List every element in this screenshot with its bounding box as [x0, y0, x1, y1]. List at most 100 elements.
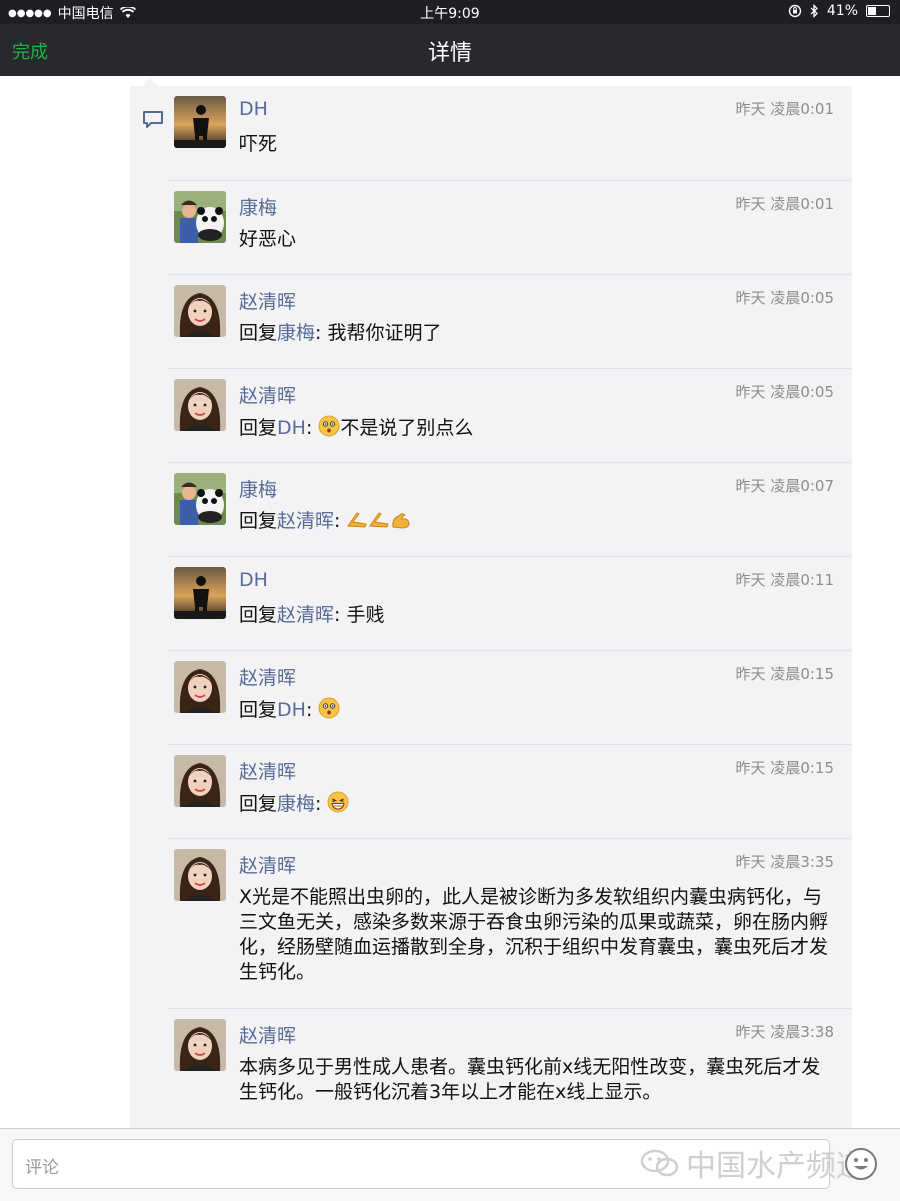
- avatar[interactable]: [174, 379, 226, 431]
- comment-item[interactable]: 赵清晖 昨天 凌晨0:15 回复DH:: [168, 650, 852, 745]
- surprised-emoji-icon: [318, 697, 340, 719]
- comment-item[interactable]: 赵清晖 昨天 凌晨0:15 回复康梅:: [168, 744, 852, 839]
- reply-to-name[interactable]: DH: [277, 699, 306, 721]
- comment-author[interactable]: 赵清晖: [239, 381, 296, 408]
- avatar[interactable]: [174, 285, 226, 337]
- reply-prefix: 回复: [239, 510, 278, 532]
- comment-time: 昨天 凌晨0:15: [735, 759, 834, 777]
- reply-prefix: 回复: [239, 417, 278, 439]
- comment-time: 昨天 凌晨3:38: [735, 1023, 834, 1041]
- comment-item[interactable]: 赵清晖 昨天 凌晨3:38 本病多见于男性成人患者。囊虫钙化前x线无阳性改变，囊虫死…: [168, 1008, 852, 1129]
- reply-prefix: 回复: [239, 699, 278, 721]
- reply-to-name[interactable]: 赵清晖: [277, 510, 334, 532]
- comment-item[interactable]: 赵清晖 昨天 凌晨0:05 回复DH: 不是说了别点么: [168, 368, 852, 463]
- comment-text: 吓死: [239, 132, 835, 157]
- comment-time: 昨天 凌晨0:11: [735, 571, 834, 589]
- avatar[interactable]: [174, 849, 226, 901]
- avatar[interactable]: [174, 191, 226, 243]
- navigation-bar: 完成 详情: [0, 24, 900, 76]
- comment-text: 回复DH: 不是说了别点么: [239, 415, 835, 441]
- avatar[interactable]: [174, 755, 226, 807]
- reply-prefix: 回复: [239, 322, 278, 344]
- avatar[interactable]: [174, 473, 226, 525]
- comment-text: 回复DH:: [239, 697, 835, 723]
- watermark-text: 中国水产频道: [686, 1149, 866, 1184]
- reply-to-name[interactable]: 康梅: [277, 793, 315, 815]
- comment-text: 好恶心: [239, 227, 835, 252]
- avatar[interactable]: [174, 567, 226, 619]
- comment-item[interactable]: 康梅 昨天 凌晨0:01 好恶心: [168, 180, 852, 275]
- grin-emoji-icon: [327, 791, 349, 813]
- comment-time: 昨天 凌晨0:05: [735, 383, 834, 401]
- comment-text: 回复赵清晖:: [239, 509, 835, 534]
- emoji-group: [318, 415, 340, 439]
- reply-to-name[interactable]: 康梅: [277, 322, 315, 344]
- comment-author[interactable]: 赵清晖: [239, 663, 296, 690]
- comment-body: 我帮你证明了: [327, 322, 442, 344]
- emoji-group: [318, 697, 340, 721]
- comment-time: 昨天 凌晨0:01: [735, 195, 834, 213]
- comment-item[interactable]: DH 昨天 凌晨0:11 回复赵清晖: 手贱: [168, 556, 852, 651]
- comment-time: 昨天 凌晨0:05: [735, 289, 834, 307]
- comment-item[interactable]: DH 昨天 凌晨0:01 吓死: [168, 86, 852, 180]
- reply-colon: :: [305, 699, 319, 721]
- battery-percent: 41%: [826, 3, 858, 19]
- comment-item[interactable]: 康梅 昨天 凌晨0:07 回复赵清晖:: [168, 462, 852, 557]
- comment-body: 本病多见于男性成人患者。囊虫钙化前x线无阳性改变，囊虫死后才发生钙化。一般钙化沉…: [239, 1056, 821, 1103]
- comment-input-bar: 评论 中国水产频道: [0, 1128, 900, 1201]
- comment-body: 不是说了别点么: [340, 417, 474, 439]
- comment-body: X光是不能照出虫卵的，此人是被诊断为多发软组织内囊虫病钙化，与三文鱼无关，感染多…: [239, 886, 829, 983]
- reply-prefix: 回复: [239, 793, 278, 815]
- reply-colon: :: [305, 417, 319, 439]
- comment-author[interactable]: 赵清晖: [239, 1021, 296, 1048]
- reply-to-name[interactable]: DH: [277, 417, 306, 439]
- strong-emoji-icon: [392, 513, 410, 529]
- wechat-logo-icon: [640, 1149, 679, 1177]
- comment-item[interactable]: 赵清晖 昨天 凌晨3:35 X光是不能照出虫卵的，此人是被诊断为多发软组织内囊虫病钙…: [168, 838, 852, 1009]
- reply-to-name[interactable]: 赵清晖: [277, 604, 334, 626]
- comment-text: 回复康梅: 我帮你证明了: [239, 321, 835, 346]
- surprised-emoji-icon: [318, 415, 340, 437]
- avatar[interactable]: [174, 96, 226, 148]
- watermark: 中国水产频道: [640, 1141, 866, 1185]
- page-title: 详情: [427, 41, 472, 66]
- comment-author[interactable]: DH: [239, 98, 268, 120]
- comment-author[interactable]: DH: [239, 569, 268, 591]
- comment-time: 昨天 凌晨0:15: [735, 665, 834, 683]
- comment-time: 昨天 凌晨3:35: [735, 853, 834, 871]
- emoji-group: [346, 510, 412, 532]
- comment-time: 昨天 凌晨0:01: [735, 100, 834, 118]
- bluetooth-icon: [810, 4, 818, 18]
- avatar[interactable]: [174, 1019, 226, 1071]
- comment-author[interactable]: 康梅: [239, 475, 277, 502]
- comment-item[interactable]: 赵清晖 昨天 凌晨0:05 回复康梅: 我帮你证明了: [168, 274, 852, 369]
- comment-input-placeholder: 评论: [25, 1158, 59, 1178]
- comment-body: 吓死: [239, 133, 278, 155]
- status-right: 41%: [788, 3, 890, 19]
- avatar[interactable]: [174, 661, 226, 713]
- reply-colon: :: [334, 604, 347, 626]
- comment-author[interactable]: 赵清晖: [239, 287, 296, 314]
- emoji-group: [327, 791, 349, 815]
- comment-icon: [143, 111, 163, 128]
- comment-body: 手贱: [346, 604, 385, 626]
- comment-author[interactable]: 赵清晖: [239, 757, 296, 784]
- comment-time: 昨天 凌晨0:07: [735, 477, 834, 495]
- clap-emoji-icon: [369, 512, 390, 528]
- reply-colon: :: [334, 510, 347, 532]
- comment-text: 本病多见于男性成人患者。囊虫钙化前x线无阳性改变，囊虫死后才发生钙化。一般钙化沉…: [239, 1055, 835, 1105]
- comment-text: X光是不能照出虫卵的，此人是被诊断为多发软组织内囊虫病钙化，与三文鱼无关，感染多…: [239, 885, 835, 985]
- comment-author[interactable]: 赵清晖: [239, 851, 296, 878]
- comment-body: 好恶心: [239, 228, 297, 250]
- battery-fill: [868, 7, 876, 15]
- reply-prefix: 回复: [239, 604, 278, 626]
- clap-emoji-icon: [347, 512, 368, 528]
- status-bar: ●●●●● 中国电信 上午9:09 41%: [0, 0, 900, 24]
- status-time: 上午9:09: [420, 6, 480, 22]
- orientation-lock-icon: [788, 4, 802, 18]
- emoji-button-icon[interactable]: [844, 1147, 878, 1181]
- comment-author[interactable]: 康梅: [239, 193, 277, 220]
- reply-colon: :: [315, 793, 328, 815]
- comment-text: 回复赵清晖: 手贱: [239, 603, 835, 628]
- battery-icon: [866, 5, 890, 17]
